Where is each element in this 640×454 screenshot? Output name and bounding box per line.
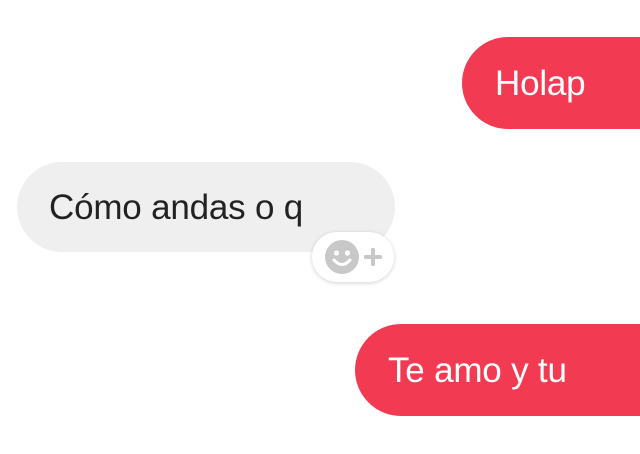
outgoing-message-bubble[interactable]: Holap <box>462 37 640 129</box>
message-text: Cómo andas o q <box>49 187 304 227</box>
plus-icon <box>364 248 382 266</box>
message-text: Holap <box>495 63 586 103</box>
smiley-icon <box>325 240 359 274</box>
message-text: Te amo y tu <box>388 350 567 390</box>
add-reaction-button[interactable] <box>312 232 394 282</box>
outgoing-message-bubble[interactable]: Te amo y tu <box>355 324 640 416</box>
